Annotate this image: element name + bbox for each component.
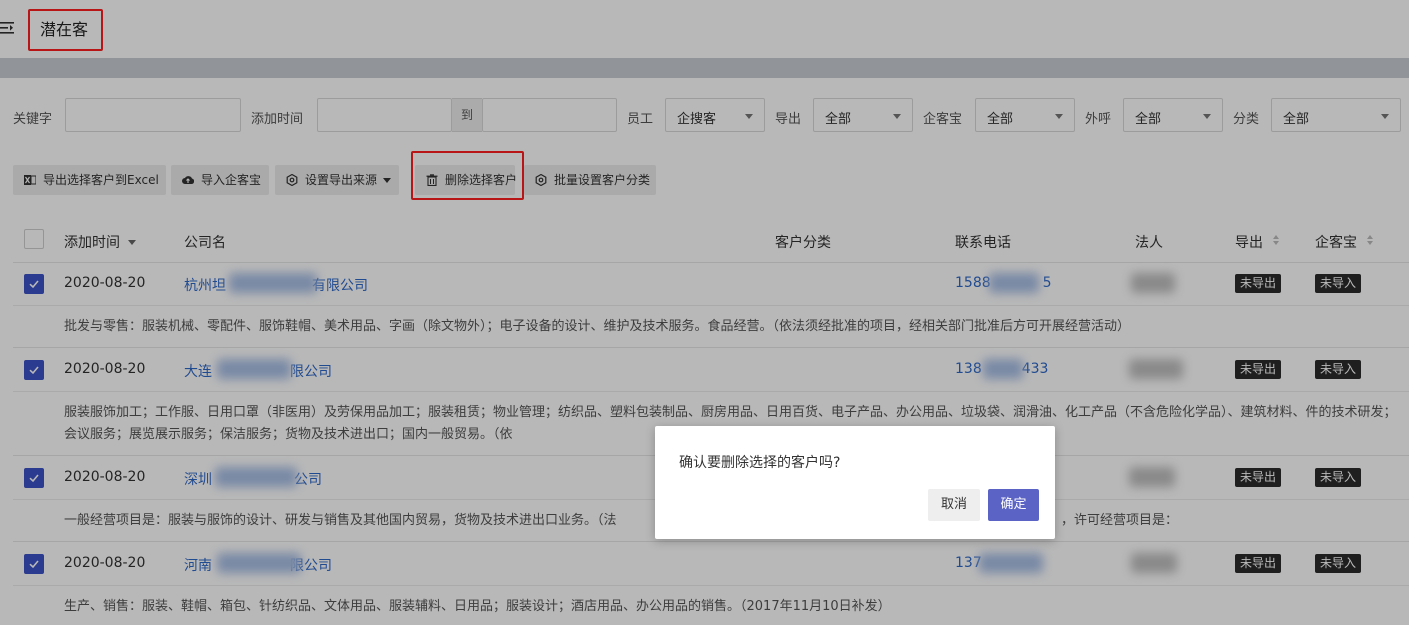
dialog-message: 确认要删除选择的客户吗? <box>679 455 841 471</box>
confirm-dialog: 确认要删除选择的客户吗? 取消 确定 <box>655 426 1055 539</box>
app-window: 潜在客户 关键字 添加时间 到 员工 企搜客 导出 全部 企客宝 全部 外呼 全… <box>0 0 1409 625</box>
cancel-button[interactable]: 取消 <box>928 489 980 521</box>
confirm-button[interactable]: 确定 <box>988 489 1039 521</box>
